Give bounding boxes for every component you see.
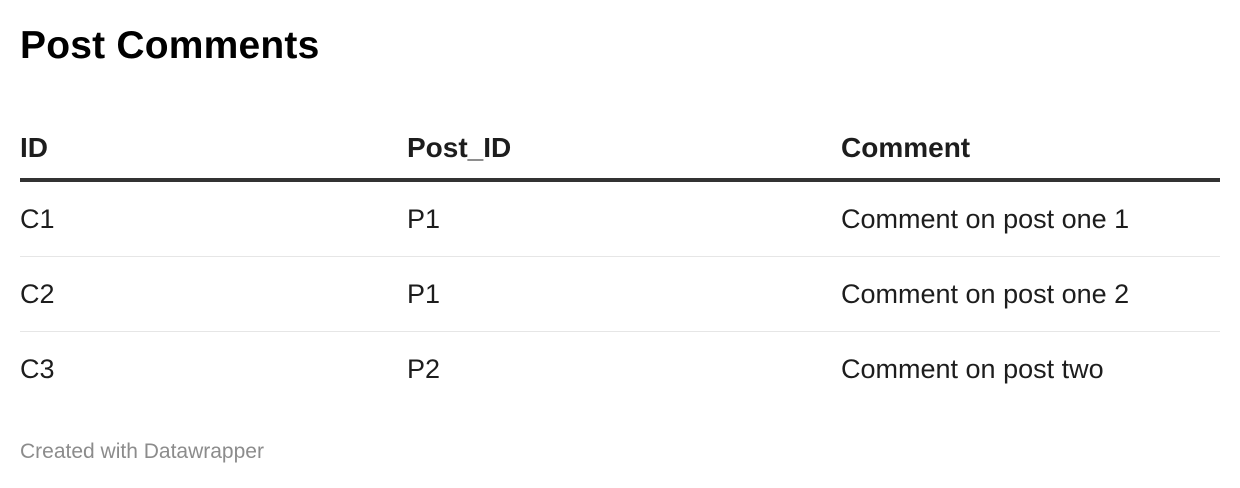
table-row: C1 P1 Comment on post one 1 <box>20 182 1220 257</box>
table-title: Post Comments <box>20 24 320 67</box>
datawrapper-credit: Created with Datawrapper <box>20 440 264 463</box>
table-row: C2 P1 Comment on post one 2 <box>20 257 1220 332</box>
column-header-post-id: Post_ID <box>407 132 512 163</box>
table-header-row: ID Post_ID Comment <box>20 118 1220 182</box>
cell-id: C2 <box>20 278 55 309</box>
column-header-comment: Comment <box>841 132 971 163</box>
cell-post-id: P1 <box>407 278 441 309</box>
table-row: C3 P2 Comment on post two <box>20 332 1220 406</box>
comments-table: ID Post_ID Comment C1 P1 Comment on post… <box>20 118 1220 406</box>
cell-comment: Comment on post one 1 <box>841 203 1130 234</box>
cell-id: C3 <box>20 353 55 384</box>
cell-comment: Comment on post two <box>841 353 1104 384</box>
cell-id: C1 <box>20 203 55 234</box>
column-header-id: ID <box>20 132 48 163</box>
cell-post-id: P2 <box>407 353 441 384</box>
cell-comment: Comment on post one 2 <box>841 278 1130 309</box>
cell-post-id: P1 <box>407 203 441 234</box>
